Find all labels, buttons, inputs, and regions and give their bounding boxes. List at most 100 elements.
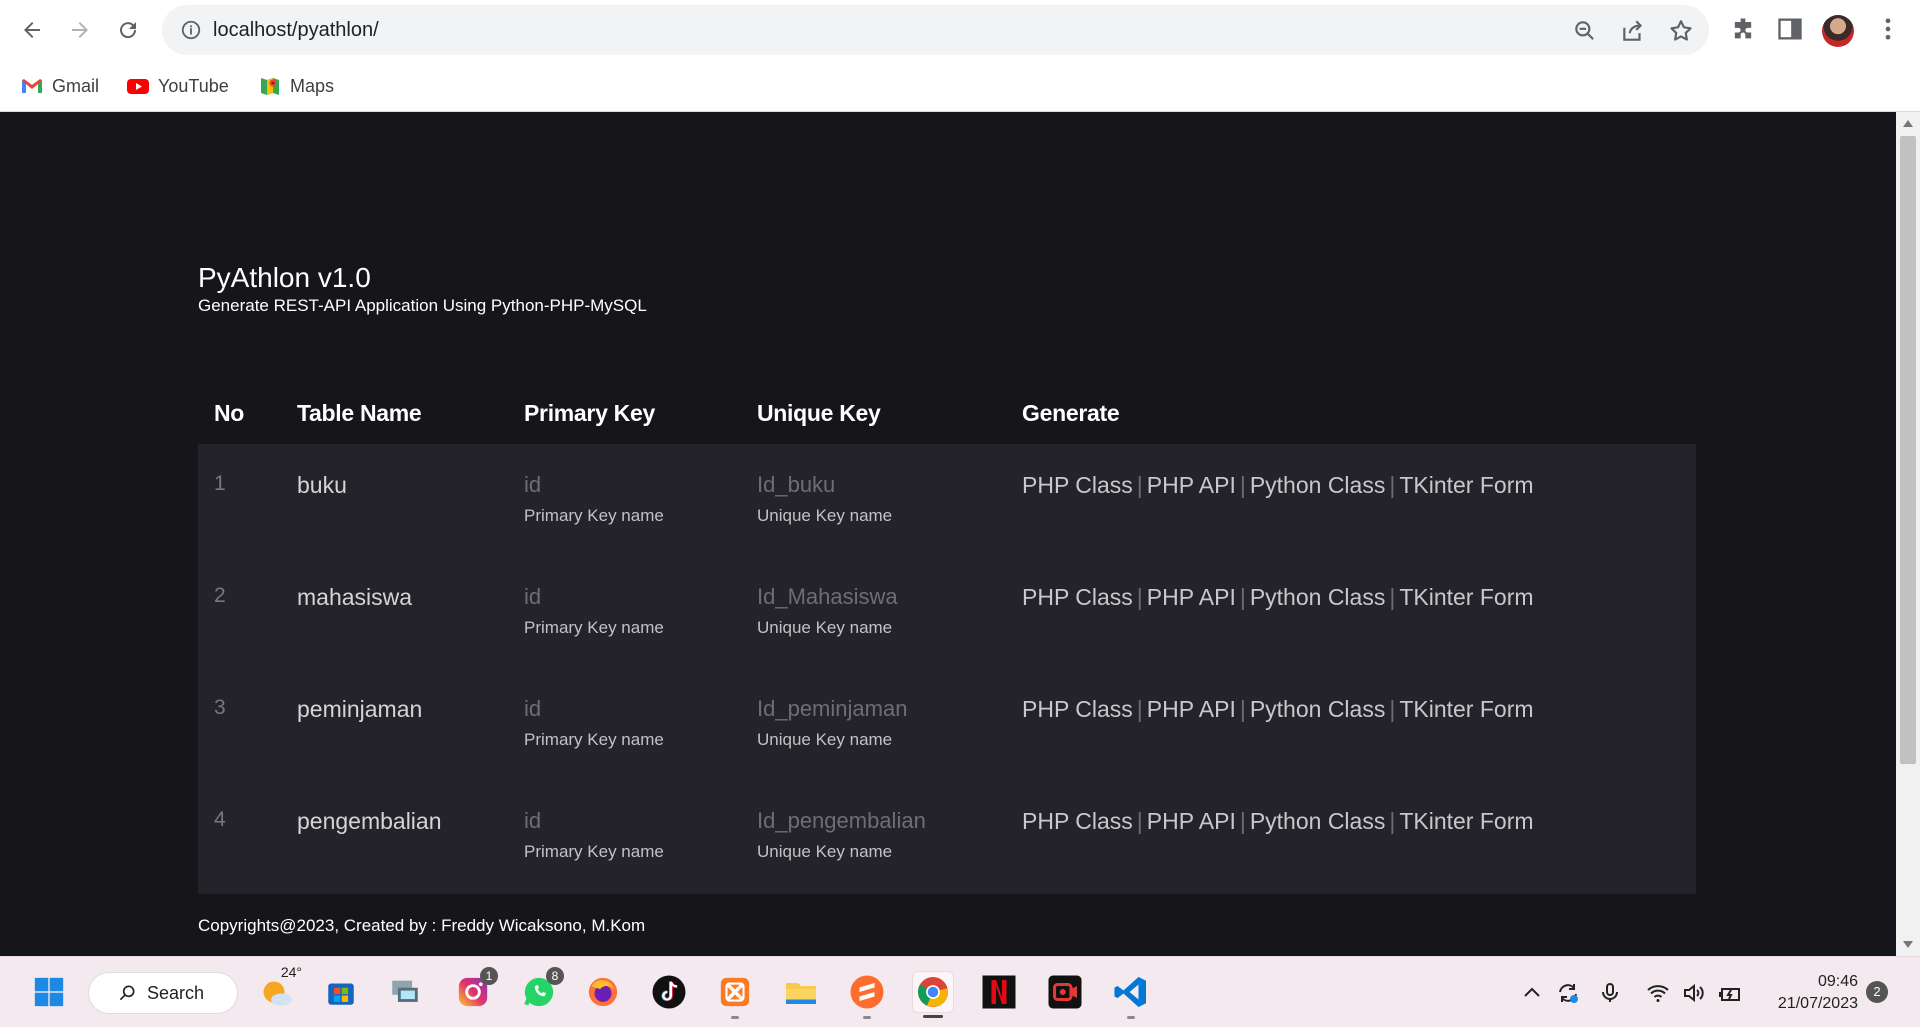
- unique-key-input[interactable]: Id_buku: [757, 472, 835, 498]
- link-separator: |: [1239, 472, 1246, 498]
- taskbar-screen-recorder[interactable]: [1044, 971, 1086, 1013]
- scroll-down-icon[interactable]: [1903, 941, 1913, 948]
- unique-key-input[interactable]: Id_Mahasiswa: [757, 584, 898, 610]
- scrollbar-thumb[interactable]: [1900, 136, 1916, 764]
- link-separator: |: [1136, 472, 1143, 498]
- microphone-icon[interactable]: [1598, 981, 1622, 1005]
- primary-key-input[interactable]: id: [524, 696, 541, 722]
- taskbar-chrome[interactable]: [912, 971, 954, 1018]
- python-class-link[interactable]: Python Class: [1250, 584, 1386, 610]
- primary-key-input[interactable]: id: [524, 472, 541, 498]
- bookmark-star-icon[interactable]: [1668, 18, 1694, 44]
- php-class-link[interactable]: PHP Class: [1022, 696, 1133, 722]
- side-panel-icon[interactable]: [1776, 15, 1804, 43]
- netflix-icon: [982, 975, 1016, 1009]
- extensions-icon[interactable]: [1729, 15, 1757, 43]
- tkinter-form-link[interactable]: TKinter Form: [1399, 472, 1533, 498]
- reload-button[interactable]: [110, 12, 146, 48]
- zoom-icon[interactable]: [1572, 18, 1598, 44]
- table-name: mahasiswa: [297, 584, 413, 610]
- primary-key-input[interactable]: id: [524, 584, 541, 610]
- table-name: buku: [297, 472, 347, 498]
- reload-icon: [120, 22, 137, 39]
- bookmark-gmail[interactable]: Gmail: [20, 72, 99, 100]
- primary-key-hint: Primary Key name: [524, 618, 664, 637]
- taskbar-firefox[interactable]: [582, 971, 624, 1013]
- taskbar-microsoft-store[interactable]: [320, 971, 362, 1013]
- taskbar-file-explorer[interactable]: [780, 971, 822, 1013]
- screen-recorder-icon: [1048, 975, 1082, 1009]
- computer-network-icon: [392, 980, 418, 1002]
- url-text[interactable]: localhost/pyathlon/: [213, 19, 379, 42]
- weather-widget[interactable]: 24°: [256, 964, 302, 1013]
- python-class-link[interactable]: Python Class: [1250, 472, 1386, 498]
- php-api-link[interactable]: PHP API: [1147, 472, 1236, 498]
- php-api-link[interactable]: PHP API: [1147, 696, 1236, 722]
- whatsapp-badge: 8: [546, 967, 564, 985]
- taskbar-whatsapp[interactable]: 8: [518, 967, 564, 1013]
- taskbar-xampp[interactable]: [714, 971, 756, 1019]
- battery-charging-icon[interactable]: [1718, 981, 1742, 1005]
- taskbar-sublime-text[interactable]: [846, 971, 888, 1019]
- page-scrollbar[interactable]: [1896, 112, 1920, 956]
- volume-icon[interactable]: [1682, 981, 1706, 1005]
- php-api-link[interactable]: PHP API: [1147, 808, 1236, 834]
- php-class-link[interactable]: PHP Class: [1022, 808, 1133, 834]
- taskbar-tiktok[interactable]: [648, 971, 690, 1013]
- row-number: 2: [214, 584, 226, 607]
- php-class-link[interactable]: PHP Class: [1022, 584, 1133, 610]
- chevron-up-icon[interactable]: [1520, 981, 1544, 1005]
- windows-logo-icon: [34, 977, 64, 1007]
- youtube-icon: [127, 79, 149, 94]
- tkinter-form-link[interactable]: TKinter Form: [1399, 696, 1533, 722]
- bookmark-youtube[interactable]: YouTube: [126, 72, 229, 100]
- info-icon[interactable]: [180, 19, 202, 41]
- page-viewport: PyAthlon v1.0 Generate REST-API Applicat…: [0, 112, 1896, 956]
- unique-key-hint: Unique Key name: [757, 842, 893, 861]
- python-class-link[interactable]: Python Class: [1250, 696, 1386, 722]
- taskbar-instagram[interactable]: 1: [452, 967, 498, 1013]
- bookmark-label: Gmail: [52, 75, 100, 96]
- forward-button[interactable]: [62, 12, 98, 48]
- table-header: No Table Name Primary Key Unique Key Gen…: [198, 392, 1696, 444]
- tkinter-form-link[interactable]: TKinter Form: [1399, 584, 1533, 610]
- taskbar-clock[interactable]: 09:46 21/07/2023: [1762, 971, 1858, 1015]
- table-name: peminjaman: [297, 696, 423, 722]
- bookmark-label: Maps: [290, 75, 335, 96]
- row-number: 4: [214, 808, 226, 831]
- share-icon[interactable]: [1620, 18, 1646, 44]
- header-unique-key: Unique Key: [757, 400, 881, 426]
- wifi-icon[interactable]: [1646, 981, 1670, 1005]
- php-class-link[interactable]: PHP Class: [1022, 472, 1133, 498]
- chrome-icon: [918, 977, 948, 1007]
- unique-key-input[interactable]: Id_pengembalian: [757, 808, 926, 834]
- firefox-icon: [588, 977, 618, 1007]
- kebab-menu-icon[interactable]: [1874, 15, 1902, 43]
- table-row: 3 peminjaman id Primary Key name Id_pemi…: [198, 668, 1696, 780]
- address-bar[interactable]: localhost/pyathlon/: [162, 5, 1709, 55]
- profile-avatar[interactable]: [1822, 15, 1854, 47]
- taskbar-vscode[interactable]: [1110, 971, 1152, 1019]
- notification-badge[interactable]: 2: [1866, 981, 1888, 1003]
- bookmark-label: YouTube: [158, 75, 229, 96]
- sync-icon[interactable]: [1556, 981, 1580, 1005]
- browser-toolbar: localhost/pyathlon/: [0, 0, 1920, 60]
- gmail-icon: [22, 79, 42, 93]
- tkinter-form-link[interactable]: TKinter Form: [1399, 808, 1533, 834]
- primary-key-hint: Primary Key name: [524, 842, 664, 861]
- taskbar-network-app[interactable]: [384, 971, 426, 1013]
- primary-key-input[interactable]: id: [524, 808, 541, 834]
- active-indicator: [923, 1015, 943, 1018]
- start-button[interactable]: [28, 971, 70, 1013]
- header-primary-key: Primary Key: [524, 400, 655, 426]
- scroll-up-icon[interactable]: [1903, 120, 1913, 127]
- php-api-link[interactable]: PHP API: [1147, 584, 1236, 610]
- taskbar-search[interactable]: Search: [88, 972, 238, 1014]
- bookmark-maps[interactable]: Maps: [258, 72, 334, 100]
- row-number: 1: [214, 472, 226, 495]
- arrow-right-icon: [72, 22, 88, 38]
- taskbar-netflix[interactable]: [978, 971, 1020, 1013]
- python-class-link[interactable]: Python Class: [1250, 808, 1386, 834]
- back-button[interactable]: [14, 12, 50, 48]
- unique-key-input[interactable]: Id_peminjaman: [757, 696, 907, 722]
